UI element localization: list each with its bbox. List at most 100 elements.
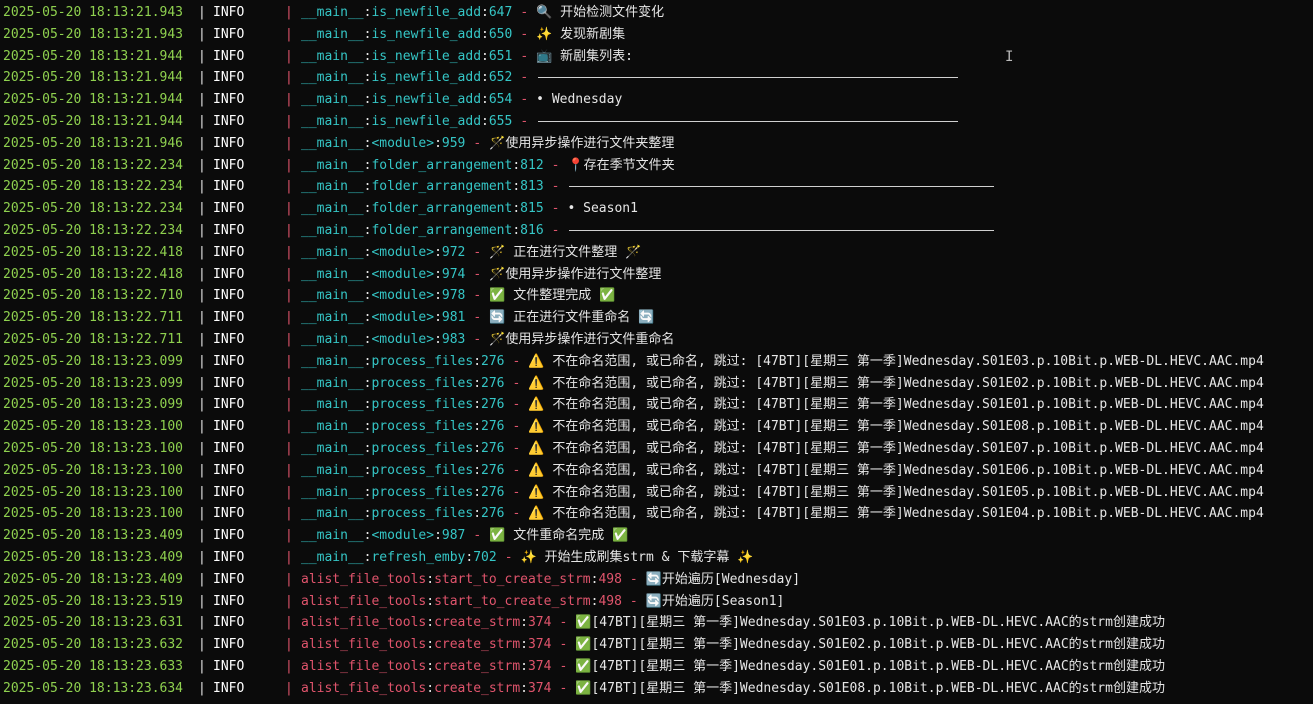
- log-function: refresh_emby: [371, 549, 466, 565]
- log-line: 2025-05-20 18:13:22.418 | INFO | __main__:<m…: [0, 242, 1313, 264]
- log-separator: |: [285, 549, 293, 565]
- log-function: is_newfile_add: [371, 113, 482, 129]
- log-colon: :: [473, 375, 482, 391]
- log-dash: -: [520, 70, 529, 86]
- log-dash: -: [551, 179, 560, 195]
- log-line: 2025-05-20 18:13:21.944 | INFO | __main__:is…: [0, 89, 1313, 111]
- log-module: __main__: [301, 5, 364, 20]
- log-separator: |: [198, 179, 206, 195]
- log-location: __main__:is_newfile_add:647- 🔍 开始检测文件变化: [301, 2, 664, 24]
- log-function: <module>: [371, 288, 435, 304]
- log-message: ✨ 发现新剧集: [536, 26, 626, 42]
- log-function: process_files: [371, 353, 474, 369]
- log-timestamp: 2025-05-20 18:13:22.234: [3, 157, 184, 173]
- log-location: __main__:process_files:276- ⚠️ 不在命名范围, 或已…: [301, 503, 1264, 525]
- log-function: create_strm: [434, 680, 521, 696]
- log-module: __main__: [301, 70, 364, 86]
- log-module: __main__: [301, 135, 364, 151]
- log-separator: |: [285, 5, 293, 20]
- log-level: INFO: [213, 179, 245, 195]
- log-message: 🪄使用异步操作进行文件整理: [489, 266, 662, 282]
- log-separator: |: [285, 484, 293, 500]
- log-dash: -: [473, 244, 482, 260]
- log-colon: :: [426, 637, 435, 653]
- log-module: __main__: [301, 92, 364, 108]
- log-separator: |: [198, 266, 206, 282]
- log-colon: :: [512, 179, 521, 195]
- log-location: __main__:process_files:276- ⚠️ 不在命名范围, 或已…: [301, 438, 1264, 460]
- log-line: 2025-05-20 18:13:22.234 | INFO | __main__:fo…: [0, 198, 1313, 220]
- log-line-number: 974: [441, 266, 466, 282]
- log-separator: |: [198, 462, 206, 478]
- log-line: 2025-05-20 18:13:21.944 | INFO | __main__:is…: [0, 111, 1313, 133]
- log-colon: :: [434, 331, 442, 347]
- log-timestamp: 2025-05-20 18:13:22.711: [3, 310, 184, 326]
- log-colon: :: [434, 528, 442, 544]
- log-module: __main__: [301, 528, 364, 544]
- log-separator: |: [285, 201, 293, 217]
- log-level: INFO: [213, 201, 245, 217]
- log-lines: 2025-05-20 18:13:21.943 | INFO | __main__:is…: [0, 2, 1313, 700]
- log-location: alist_file_tools:create_strm:374- ✅[47BT]…: [301, 612, 1165, 634]
- log-colon: :: [426, 680, 435, 696]
- terminal-log[interactable]: 2025-05-20 18:13:21.943 | INFO | __main__:is…: [0, 2, 1313, 704]
- log-line-number: 981: [441, 310, 466, 326]
- log-line: 2025-05-20 18:13:22.234 | INFO | __main__:fo…: [0, 155, 1313, 177]
- log-message: 📺 新剧集列表:: [536, 48, 634, 64]
- log-line: 2025-05-20 18:13:22.234 | INFO | __main__:fo…: [0, 220, 1313, 242]
- log-separator: |: [198, 397, 206, 413]
- log-location: __main__:process_files:276- ⚠️ 不在命名范围, 或已…: [301, 482, 1264, 504]
- log-timestamp: 2025-05-20 18:13:23.519: [3, 593, 184, 609]
- log-separator: |: [285, 658, 293, 674]
- log-message: ⚠️ 不在命名范围, 或已命名, 跳过: [47BT][星期三 第一季]Wedn…: [528, 506, 1264, 522]
- log-separator: |: [198, 615, 206, 631]
- log-line-number: 987: [441, 528, 466, 544]
- log-line-number: 276: [481, 397, 505, 413]
- log-separator: |: [285, 397, 293, 413]
- log-separator: |: [285, 266, 293, 282]
- log-function: is_newfile_add: [371, 26, 482, 42]
- log-separator: |: [198, 5, 206, 20]
- log-separator: |: [198, 157, 206, 173]
- log-dash: -: [473, 310, 482, 326]
- log-line-number: 959: [441, 135, 466, 151]
- log-level: INFO: [213, 637, 245, 653]
- log-line-number: 652: [488, 70, 513, 86]
- log-level: INFO: [213, 288, 245, 304]
- log-timestamp: 2025-05-20 18:13:21.944: [3, 92, 184, 108]
- log-function: process_files: [371, 440, 474, 456]
- log-function: is_newfile_add: [371, 92, 482, 108]
- log-message: 🔄 正在进行文件重命名 🔄: [489, 310, 655, 326]
- log-location: __main__:process_files:276- ⚠️ 不在命名范围, 或已…: [301, 460, 1264, 482]
- log-separator: |: [285, 353, 293, 369]
- log-line: 2025-05-20 18:13:22.418 | INFO | __main__:<m…: [0, 264, 1313, 286]
- log-line: 2025-05-20 18:13:23.633 | INFO | alist_file_…: [0, 656, 1313, 678]
- log-line-number: 276: [481, 440, 505, 456]
- log-line: 2025-05-20 18:13:22.711 | INFO | __main__:<m…: [0, 307, 1313, 329]
- log-timestamp: 2025-05-20 18:13:23.631: [3, 615, 184, 631]
- log-message: ⚠️ 不在命名范围, 或已命名, 跳过: [47BT][星期三 第一季]Wedn…: [528, 462, 1264, 478]
- log-separator: |: [285, 310, 293, 326]
- log-module: __main__: [301, 440, 364, 456]
- log-colon: :: [473, 440, 482, 456]
- log-location: __main__:<module>:981- 🔄 正在进行文件重命名 🔄: [301, 307, 654, 329]
- log-line-number: 816: [520, 222, 544, 238]
- log-level: INFO: [213, 528, 245, 544]
- log-separator: |: [198, 26, 206, 42]
- log-function: is_newfile_add: [371, 48, 482, 64]
- log-message: ⚠️ 不在命名范围, 或已命名, 跳过: [47BT][星期三 第一季]Wedn…: [528, 397, 1264, 413]
- log-line: 2025-05-20 18:13:23.409 | INFO | __main__:<m…: [0, 525, 1313, 547]
- log-line-number: 813: [520, 179, 544, 195]
- log-location: __main__:is_newfile_add:655-: [301, 111, 959, 133]
- log-separator: |: [198, 222, 206, 238]
- log-line: 2025-05-20 18:13:21.943 | INFO | __main__:is…: [0, 2, 1313, 24]
- log-colon: :: [473, 353, 482, 369]
- log-colon: :: [473, 462, 482, 478]
- log-location: __main__:folder_arrangement:813-: [301, 176, 995, 198]
- log-function: folder_arrangement: [371, 222, 513, 238]
- log-level: INFO: [213, 331, 245, 347]
- log-separator: |: [198, 506, 206, 522]
- log-module: __main__: [301, 353, 364, 369]
- log-dash: -: [551, 157, 560, 173]
- log-message: ✅ 文件整理完成 ✅: [489, 288, 616, 304]
